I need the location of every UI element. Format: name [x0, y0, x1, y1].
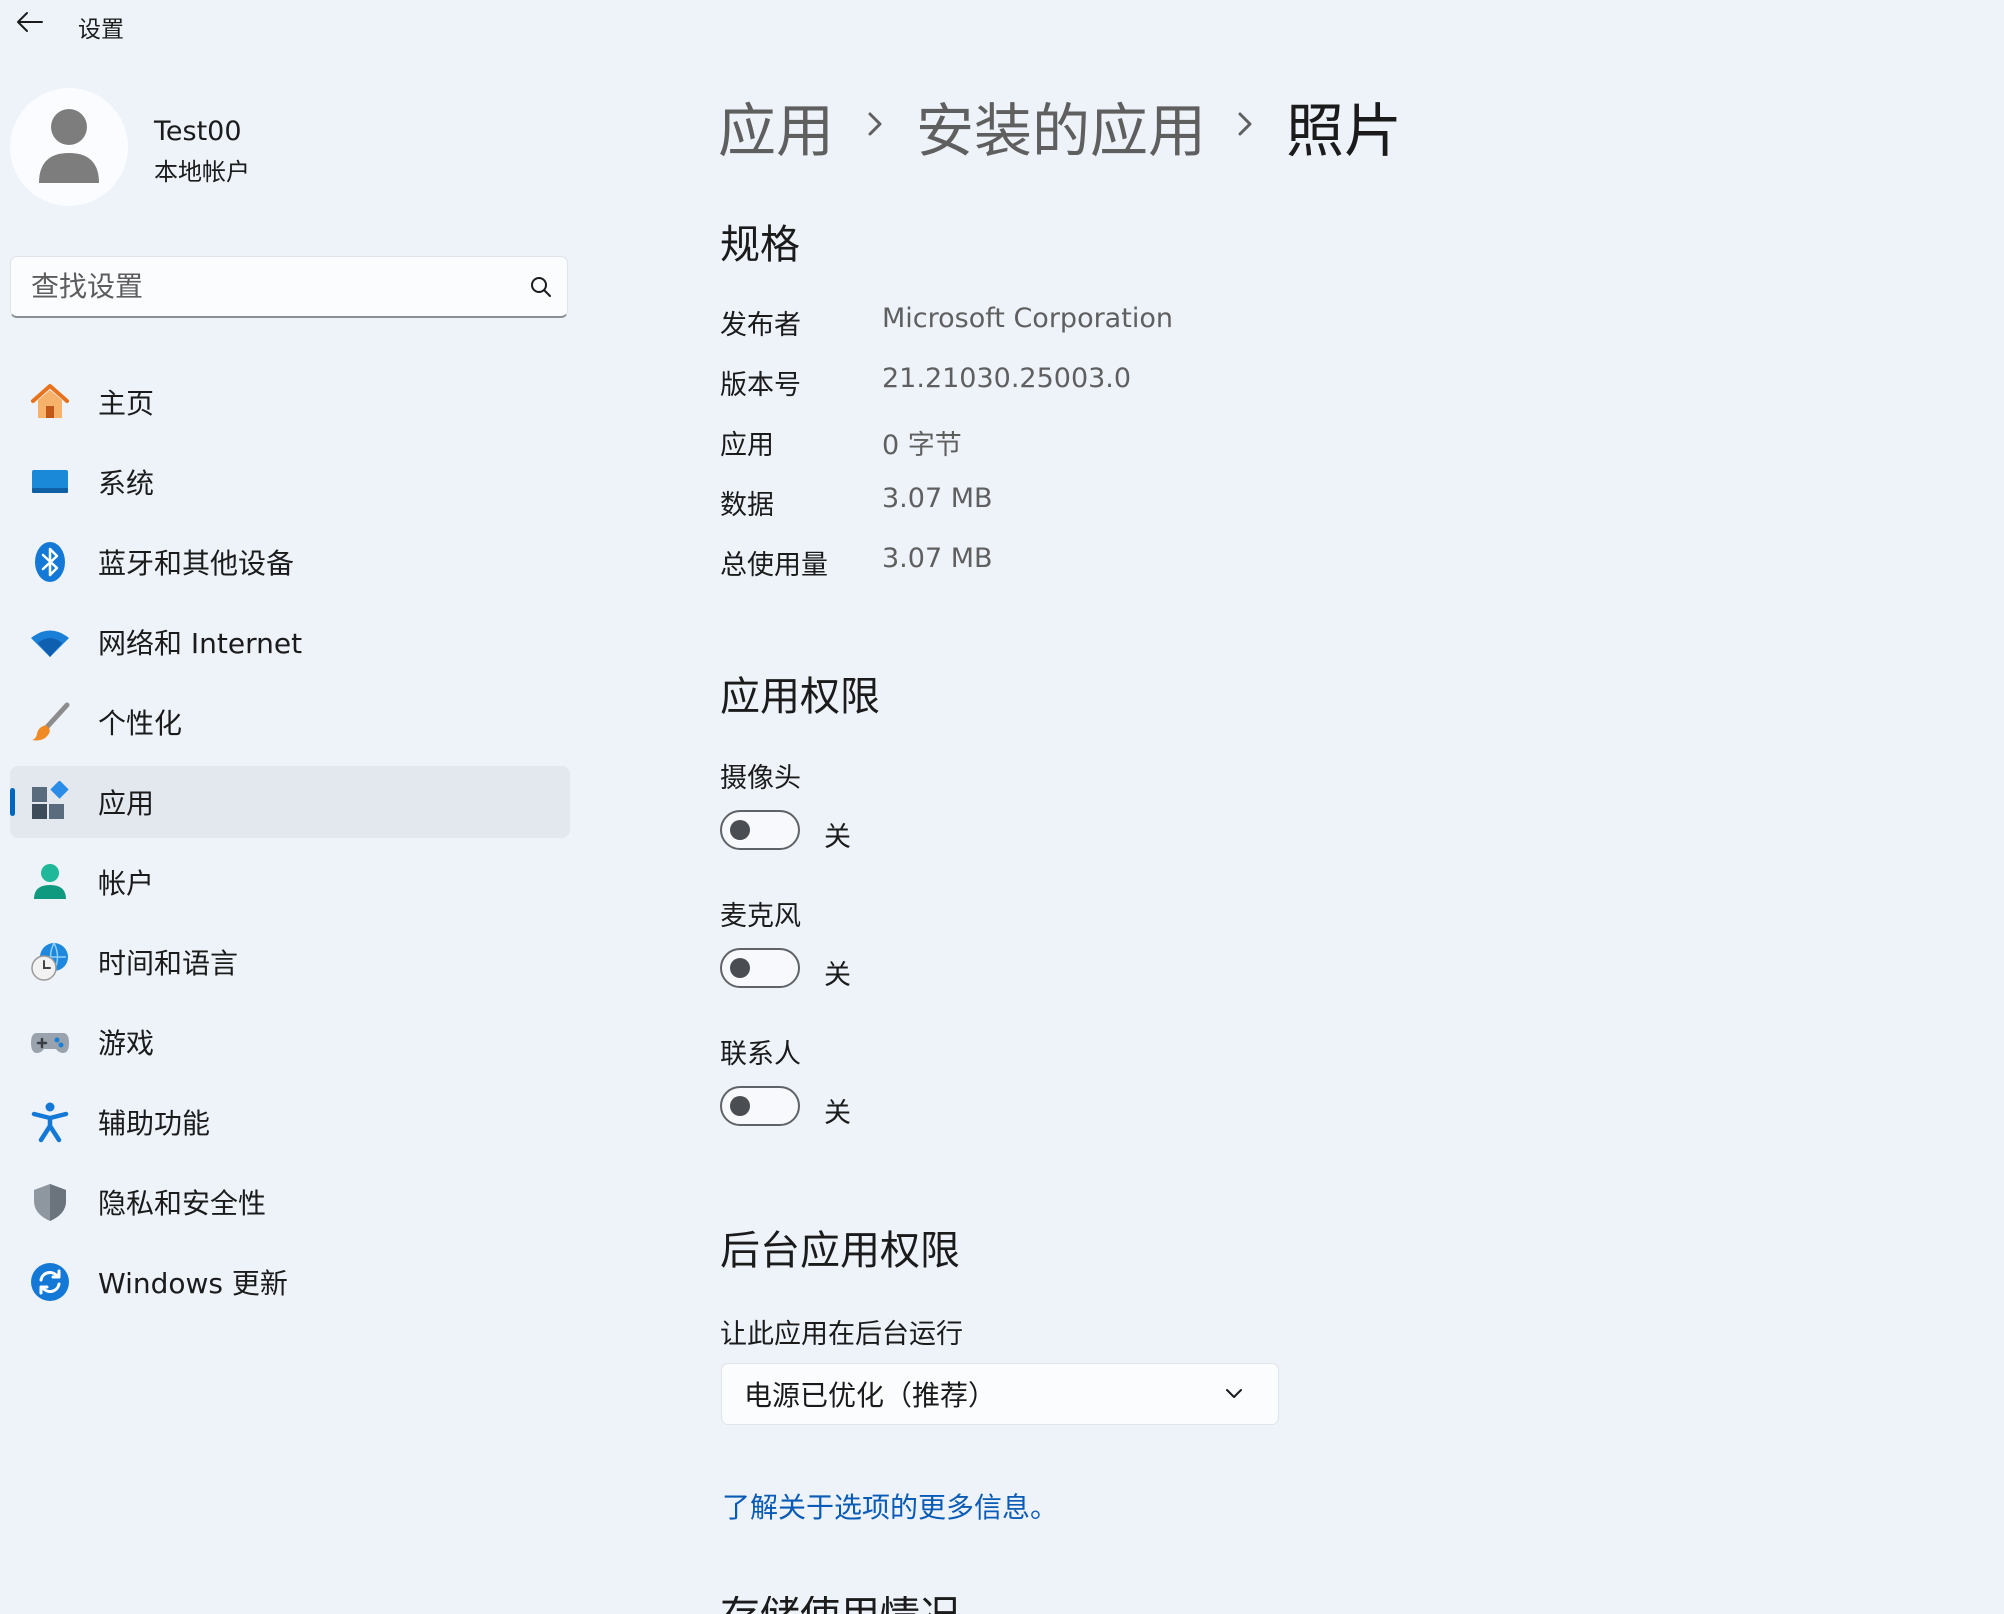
- permission-label-microphone: 麦克风: [720, 901, 801, 932]
- sidebar-item-label: 网络和 Internet: [98, 627, 303, 660]
- window-title: 设置: [78, 17, 124, 43]
- system-icon: [28, 460, 72, 504]
- sidebar-item-label: 系统: [98, 467, 155, 500]
- toggle-knob: [730, 1096, 750, 1116]
- permissions-heading: 应用权限: [720, 674, 880, 720]
- spec-value-data: 3.07 MB: [882, 483, 993, 514]
- background-run-label: 让此应用在后台运行: [720, 1319, 963, 1350]
- account-type: 本地帐户: [154, 158, 250, 186]
- camera-toggle-state: 关: [824, 822, 851, 853]
- brush-icon: [28, 700, 72, 744]
- spec-label-version: 版本号: [720, 370, 801, 401]
- sidebar-item-windows-update[interactable]: Windows 更新: [10, 1246, 570, 1318]
- breadcrumb-installed-apps[interactable]: 安装的应用: [916, 84, 1206, 168]
- specs-heading: 规格: [720, 222, 800, 268]
- breadcrumb-apps[interactable]: 应用: [718, 84, 834, 168]
- chevron-right-icon: [862, 104, 888, 148]
- microphone-toggle-state: 关: [824, 960, 851, 991]
- back-arrow-icon: [16, 11, 44, 37]
- sidebar-item-label: 应用: [98, 787, 155, 820]
- sidebar-item-label: 主页: [98, 387, 155, 420]
- spec-label-total: 总使用量: [720, 550, 828, 581]
- background-run-dropdown[interactable]: 电源已优化（推荐）: [721, 1363, 1279, 1425]
- learn-more-link[interactable]: 了解关于选项的更多信息。: [722, 1486, 1058, 1526]
- spec-label-data: 数据: [720, 490, 774, 521]
- account-icon: [28, 860, 72, 904]
- sidebar-item-label: 游戏: [98, 1027, 155, 1060]
- bluetooth-icon: [28, 540, 72, 584]
- sidebar-item-accessibility[interactable]: 辅助功能: [10, 1086, 570, 1158]
- search-input[interactable]: [11, 256, 515, 317]
- apps-icon: [28, 780, 72, 824]
- sidebar-item-label: 隐私和安全性: [98, 1187, 267, 1220]
- dropdown-selected-value: 电源已优化（推荐）: [744, 1379, 997, 1412]
- sidebar-item-bluetooth[interactable]: 蓝牙和其他设备: [10, 526, 570, 598]
- spec-value-publisher: Microsoft Corporation: [882, 303, 1173, 334]
- chevron-down-icon: [1214, 1387, 1254, 1401]
- permission-label-camera: 摄像头: [720, 763, 801, 794]
- shield-icon: [28, 1180, 72, 1224]
- spec-value-version: 21.21030.25003.0: [882, 363, 1132, 394]
- back-button[interactable]: [8, 6, 52, 42]
- sidebar-item-accounts[interactable]: 帐户: [10, 846, 570, 918]
- time-language-icon: [28, 940, 72, 984]
- toggle-knob: [730, 958, 750, 978]
- permission-label-contacts: 联系人: [720, 1039, 801, 1070]
- background-permissions-heading: 后台应用权限: [720, 1228, 960, 1274]
- microphone-toggle[interactable]: [720, 948, 800, 988]
- sidebar-item-label: 帐户: [98, 867, 155, 900]
- sidebar-item-home[interactable]: 主页: [10, 366, 570, 438]
- sidebar-item-privacy-security[interactable]: 隐私和安全性: [10, 1166, 570, 1238]
- avatar[interactable]: [10, 88, 128, 206]
- sidebar-item-system[interactable]: 系统: [10, 446, 570, 518]
- spec-value-app-size: 0 字节: [882, 430, 962, 461]
- contacts-toggle-state: 关: [824, 1098, 851, 1129]
- selection-indicator: [10, 788, 15, 816]
- sidebar-item-gaming[interactable]: 游戏: [10, 1006, 570, 1078]
- sidebar-item-label: Windows 更新: [98, 1267, 288, 1300]
- toggle-knob: [730, 820, 750, 840]
- accessibility-icon: [28, 1100, 72, 1144]
- contacts-toggle[interactable]: [720, 1086, 800, 1126]
- sidebar-item-label: 辅助功能: [98, 1107, 211, 1140]
- storage-usage-heading: 存储使用情况: [720, 1596, 960, 1614]
- chevron-right-icon: [1232, 104, 1258, 148]
- update-icon: [28, 1260, 72, 1304]
- sidebar-item-label: 蓝牙和其他设备: [98, 547, 295, 580]
- spec-label-app-size: 应用: [720, 430, 774, 461]
- camera-toggle[interactable]: [720, 810, 800, 850]
- search-box[interactable]: [10, 256, 568, 318]
- wifi-icon: [28, 620, 72, 664]
- spec-label-publisher: 发布者: [720, 310, 801, 341]
- user-icon: [37, 107, 101, 187]
- home-icon: [28, 380, 72, 424]
- sidebar-item-label: 时间和语言: [98, 947, 239, 980]
- sidebar-item-personalization[interactable]: 个性化: [10, 686, 570, 758]
- user-name: Test00: [154, 116, 242, 147]
- sidebar-item-label: 个性化: [98, 707, 183, 740]
- sidebar-item-network[interactable]: 网络和 Internet: [10, 606, 570, 678]
- sidebar-item-apps[interactable]: 应用: [10, 766, 570, 838]
- page-title: 照片: [1286, 97, 1403, 165]
- search-icon[interactable]: [515, 257, 567, 316]
- spec-value-total: 3.07 MB: [882, 543, 993, 574]
- sidebar-item-time-language[interactable]: 时间和语言: [10, 926, 570, 998]
- gamepad-icon: [28, 1020, 72, 1064]
